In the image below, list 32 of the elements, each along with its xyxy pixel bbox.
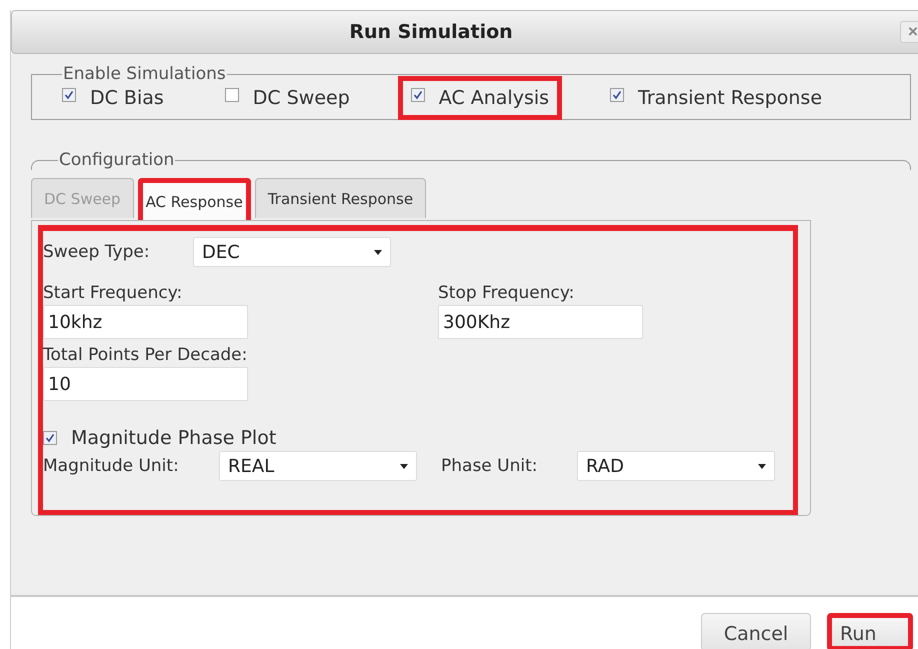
phase-unit-dropdown[interactable]: RAD	[577, 451, 775, 481]
field-label: Total Points Per Decade:	[43, 345, 248, 365]
sweep-type-dropdown[interactable]: DEC	[193, 237, 391, 267]
checkbox[interactable]	[43, 431, 57, 445]
field-label: Phase Unit:	[441, 456, 538, 476]
tab[interactable]: Transient Response	[254, 178, 426, 218]
dialog-button[interactable]: Run	[827, 613, 913, 649]
caret-icon	[758, 464, 766, 468]
checkbox[interactable]	[610, 88, 624, 102]
checkbox-label: DC Bias	[90, 87, 164, 109]
group-legend: Configuration	[58, 150, 176, 170]
field-label: Stop Frequency:	[438, 283, 576, 303]
tab[interactable]: AC Response	[138, 178, 251, 220]
checkbox-label: Magnitude Phase Plot	[71, 427, 276, 449]
input-field[interactable]: 300Khz	[438, 305, 643, 339]
caret-icon	[400, 464, 408, 468]
input-field[interactable]: 10khz	[43, 305, 248, 339]
checkbox[interactable]	[62, 88, 76, 102]
checkbox-label: AC Analysis	[438, 87, 550, 109]
input-field[interactable]: 10	[43, 367, 248, 401]
checkbox-label: Transient Response	[638, 87, 822, 109]
checkbox-label: DC Sweep	[252, 87, 350, 109]
field-label: Start Frequency:	[43, 283, 184, 303]
group-legend: Enable Simulations	[62, 64, 227, 84]
field-label: Magnitude Unit:	[43, 456, 180, 476]
dialog-button[interactable]: Cancel	[701, 613, 811, 649]
field-label: Sweep Type:	[43, 242, 151, 262]
window-title: Run Simulation	[349, 21, 513, 43]
checkbox[interactable]	[224, 88, 239, 102]
checkbox[interactable]	[410, 88, 425, 102]
magnitude-unit-dropdown[interactable]: REAL	[219, 451, 417, 481]
caret-icon	[374, 250, 382, 254]
